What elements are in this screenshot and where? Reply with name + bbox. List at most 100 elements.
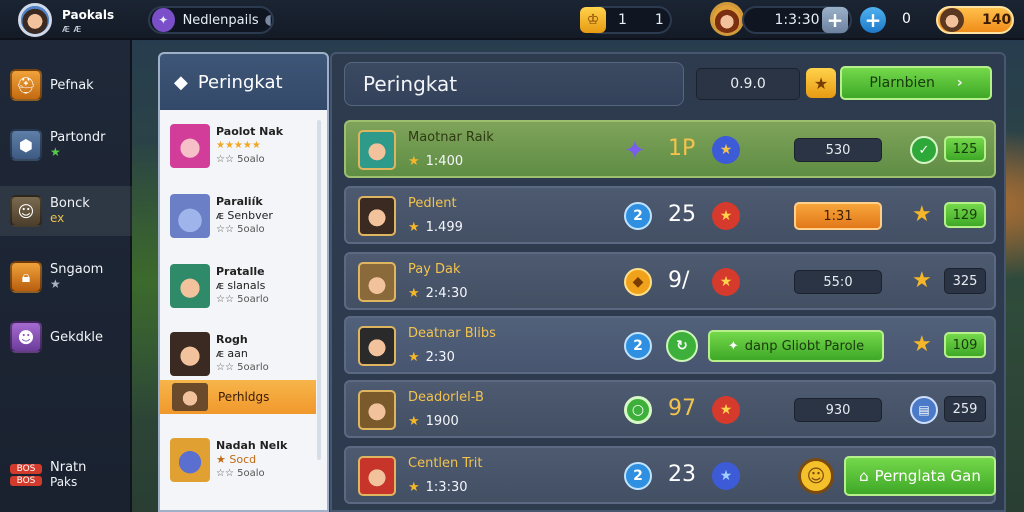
star-badge-icon: ★ (712, 462, 740, 490)
add-gems-button[interactable]: + (860, 7, 886, 33)
add-timer-button[interactable]: + (822, 7, 848, 33)
reward-button[interactable]: 125 (944, 136, 986, 162)
header-action-button[interactable]: Plarnbien › (840, 66, 992, 100)
rank-value: 97 (668, 396, 696, 421)
star-badge-icon: ★ (712, 136, 740, 164)
avatar (170, 332, 210, 376)
shield-coin-icon: ♔ (580, 7, 606, 33)
avatar (170, 124, 210, 168)
star-icon: ★ (408, 480, 420, 495)
avatar (358, 456, 396, 496)
hero-avatar[interactable] (710, 2, 744, 36)
sidebar-item-bonck[interactable]: ☺ Bonck ex (0, 186, 132, 236)
timer-value: 1:3:30 (774, 12, 820, 28)
avatar (170, 194, 210, 238)
star-icon: ★ (408, 286, 420, 301)
player-name: Paokals (62, 8, 115, 22)
refresh-icon[interactable]: ↻ (666, 330, 698, 362)
search-icon: ◖ (264, 12, 272, 28)
sidebar-item-pefnak[interactable]: ⛑ Pefnak (10, 60, 130, 110)
header-value: 0.9.0 (730, 76, 766, 92)
sparkle-icon: ✦ (727, 338, 739, 354)
row-wide-button[interactable]: ✦ danp Gliobt Parole (708, 330, 884, 362)
gold-pill[interactable]: 140 (936, 6, 1014, 34)
list-item-meta: ☆☆ 5oarlo (216, 294, 269, 305)
row-name: Maotnar Raik (408, 130, 494, 145)
lock-icon: 🔒︎ (10, 261, 42, 293)
gold-value: 140 (982, 12, 1012, 28)
list-item-selected[interactable]: Perhldgs (160, 380, 316, 414)
star-badge-icon: ★ (712, 202, 740, 230)
coins-pill[interactable]: ♔ 1 1 (580, 6, 672, 34)
table-row[interactable]: Centlen Trit ★ 1:3:30 2 23 ★ ☺ ⌂ Pernglat… (344, 446, 996, 504)
player-avatar[interactable] (18, 3, 52, 37)
list-item-name: Pratalle (216, 265, 265, 278)
star-icon: ★ (408, 414, 420, 429)
list-item[interactable]: Paraliík ᴁ Senbver ☆☆ 5oalo (170, 186, 320, 246)
profile-icon: ✦ (152, 8, 175, 32)
search-box[interactable]: ✦ Nedlenpails ◖ (148, 6, 274, 34)
avatar (358, 130, 396, 170)
reward-button[interactable]: 109 (944, 332, 986, 358)
list-item[interactable]: Nadah Nelk ★ Socd ☆☆ 5oalo (170, 430, 320, 490)
row-slot: 930 (794, 398, 882, 422)
table-row[interactable]: Maotnar Raik ★ 1:400 ✦ 1P ★ 530 ✓ 125 (344, 120, 996, 178)
avatar (170, 264, 210, 308)
star-face-icon: ★ (912, 268, 932, 293)
row-slot: 530 (794, 138, 882, 162)
row-score: ★ 1:3:30 (408, 480, 468, 495)
sidebar-item-gekdkle[interactable]: ☻ Gekdkle (10, 312, 130, 362)
badge-icon: ⬢ (10, 129, 42, 161)
table-row[interactable]: Deadorlel-B ★ 1900 ○ 97 ★ 930 ▤ 259 (344, 380, 996, 438)
hero-face-icon (713, 5, 741, 33)
list-item-name: Paraliík (216, 195, 263, 208)
reward-button[interactable]: 325 (944, 268, 986, 294)
sidebar-item-nratn[interactable]: BOS BOS Nratn Paks (10, 450, 130, 500)
sidebar-item-label: Gekdkle (50, 329, 103, 345)
avatar (358, 326, 396, 366)
sidebar-item-label: Pefnak (50, 77, 94, 93)
avatar (170, 438, 210, 482)
list-item[interactable]: Paolot Nak ★★★★★ ☆☆ 5oalo (170, 116, 320, 176)
selected-thumb (172, 383, 208, 411)
row-wide-button[interactable]: ⌂ Pernglata Gan (844, 456, 996, 496)
reward-button[interactable]: 129 (944, 202, 986, 228)
leaderboard-panel: Peringkat 0.9.0 ★ Plarnbien › Maotnar Ra… (330, 52, 1006, 512)
check-icon: ✓ (910, 136, 938, 164)
shield-icon: ◆ (624, 268, 652, 296)
chevron-right-icon: › (956, 75, 963, 91)
list-item-meta: ☆☆ 5oalo (216, 468, 265, 479)
rank-badge: 2 (624, 462, 652, 490)
sidebar-item-sub: ★ (50, 277, 61, 291)
avatar (358, 390, 396, 430)
list-item-meta: ☆☆ 5oalo (216, 154, 265, 165)
table-row[interactable]: Pay Dak ★ 2:4:30 ◆ 9/ ★ 55:0 ★ 325 (344, 252, 996, 310)
header-value-box: 0.9.0 (696, 68, 800, 100)
reward-button[interactable]: 259 (944, 396, 986, 422)
sidebar-item-label: Bonck (50, 196, 90, 211)
star-face-icon: ★ (912, 332, 932, 357)
sidebar-item-sngaom[interactable]: 🔒︎ Sngaom ★ (10, 252, 130, 302)
sidebar-item-partondr[interactable]: ⬢ Partondr ★ (10, 120, 130, 170)
star-icon: ★ (408, 220, 420, 235)
avatar (358, 262, 396, 302)
header-star-icon[interactable]: ★ (806, 68, 836, 98)
smiley-icon[interactable]: ☺ (798, 458, 834, 494)
row-name: Centlen Trit (408, 456, 483, 471)
home-icon: ⌂ (859, 467, 869, 485)
list-item[interactable]: Pratalle ᴁ slanals ☆☆ 5oarlo (170, 256, 320, 316)
list-item-sub: ᴁ Senbver (216, 209, 273, 222)
table-row[interactable]: Deatnar Blibs ★ 2:30 2 ↻ ✦ danp Gliobt Pa… (344, 316, 996, 374)
list-item-name: Rogh (216, 333, 248, 346)
coins-value-b: 1 (654, 12, 664, 28)
back-arrow-icon[interactable]: ◆ (174, 72, 188, 93)
list-item-name: Perhldgs (218, 390, 270, 404)
portrait-icon: ☺ (10, 195, 42, 227)
row-score: ★ 1.499 (408, 220, 463, 235)
star-badge-icon: ★ (712, 396, 740, 424)
list-item[interactable]: Rogh ᴁ aan ☆☆ 5oarlo (170, 324, 320, 384)
table-row[interactable]: Pedlent ★ 1.499 2 25 ★ 1:31 ★ 129 (344, 186, 996, 244)
page-title: Peringkat (363, 72, 458, 96)
badge-a: BOS (10, 464, 42, 474)
list-item-sub: ᴁ slanals (216, 279, 266, 292)
